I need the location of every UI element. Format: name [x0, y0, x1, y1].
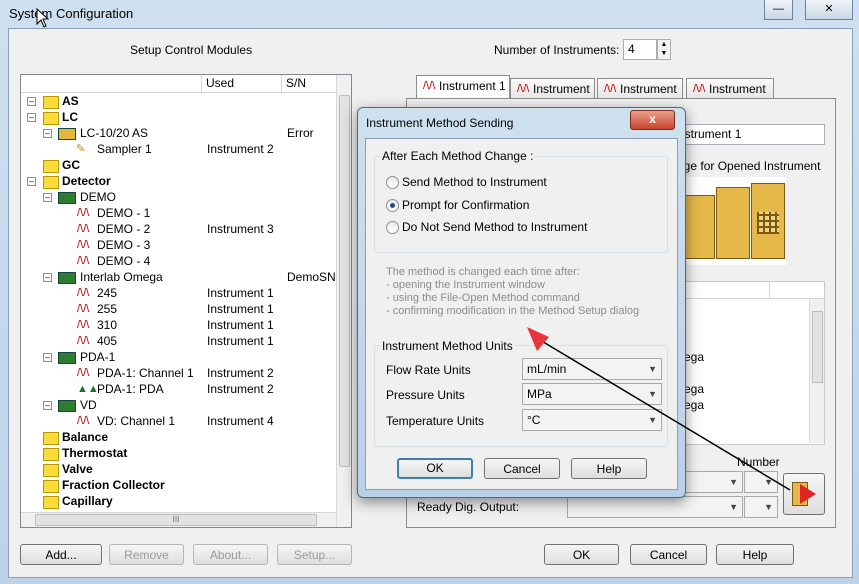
- mouse-cursor-icon: [36, 8, 50, 28]
- annotation-arrow-head: [527, 327, 549, 351]
- annotation-arrow-line: [539, 339, 791, 491]
- annotation-arrow: [527, 327, 791, 491]
